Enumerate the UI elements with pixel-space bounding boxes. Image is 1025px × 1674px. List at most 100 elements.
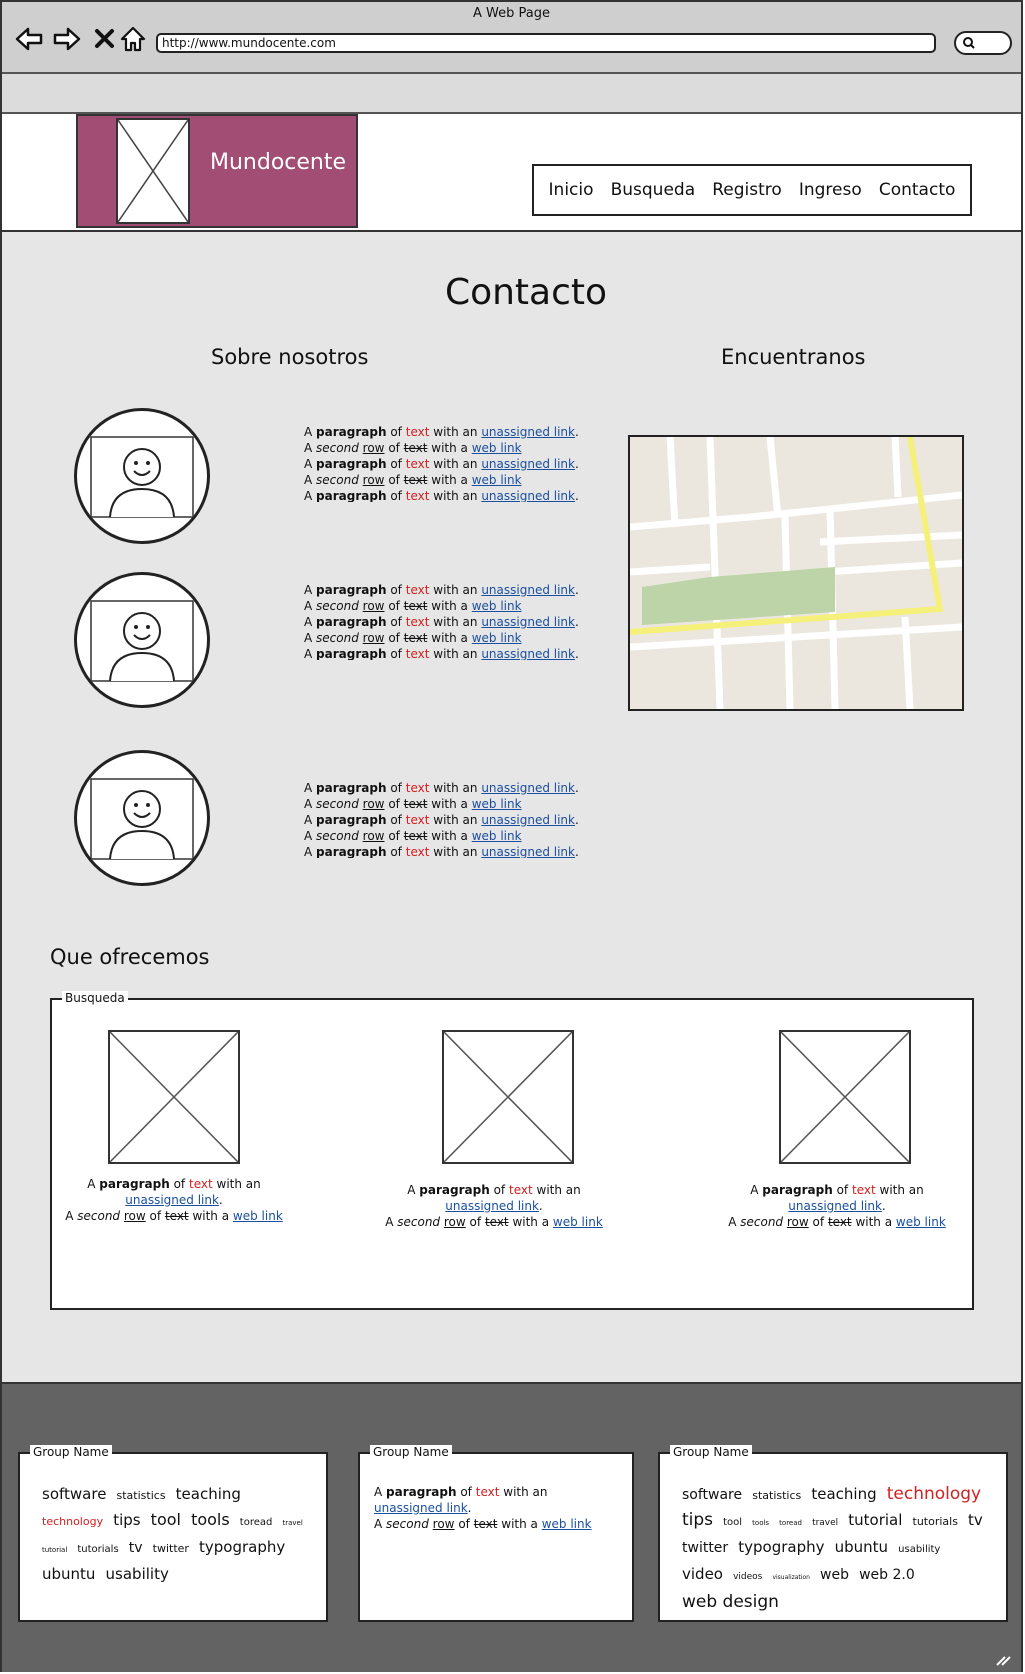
web-link[interactable]: web link bbox=[896, 1215, 946, 1229]
tag-cloud-item[interactable]: twitter bbox=[153, 1542, 189, 1555]
unassigned-link[interactable]: unassigned link bbox=[481, 813, 575, 827]
para-word: of bbox=[388, 441, 400, 455]
para-word: of bbox=[390, 781, 402, 795]
para-strike: text bbox=[164, 1209, 189, 1223]
tag-cloud-item[interactable]: web bbox=[820, 1567, 849, 1583]
nav-item-contacto[interactable]: Contacto bbox=[879, 180, 956, 200]
brand-block[interactable]: Mundocente bbox=[76, 114, 358, 228]
para-word: with an bbox=[433, 425, 478, 439]
tag-cloud-item[interactable]: usability bbox=[106, 1565, 169, 1583]
browser-search-box[interactable] bbox=[954, 31, 1012, 55]
card-line: A paragraph of text with an unassigned l… bbox=[374, 1484, 614, 1516]
tag-cloud-item[interactable]: tool bbox=[723, 1517, 742, 1528]
url-input[interactable]: http://www.mundocente.com bbox=[156, 33, 936, 53]
unassigned-link[interactable]: unassigned link bbox=[481, 647, 575, 660]
tag-cloud-item[interactable]: typography bbox=[199, 1538, 285, 1556]
tag-cloud-item[interactable]: videos bbox=[733, 1572, 762, 1582]
group-label: Busqueda bbox=[62, 991, 128, 1005]
tag-cloud-item[interactable]: visualization bbox=[772, 1574, 809, 1581]
para-strike: text bbox=[827, 1215, 852, 1229]
tag-cloud-item[interactable]: ubuntu bbox=[42, 1565, 95, 1583]
para-bold: paragraph bbox=[316, 845, 387, 858]
nav-item-busqueda[interactable]: Busqueda bbox=[611, 180, 696, 200]
unassigned-link[interactable]: unassigned link bbox=[788, 1199, 882, 1213]
unassigned-link[interactable]: unassigned link bbox=[374, 1501, 468, 1515]
para-word: of bbox=[390, 813, 402, 827]
tag-cloud-item[interactable]: twitter bbox=[682, 1540, 728, 1556]
para-italic: second bbox=[316, 441, 359, 455]
tag-cloud-item[interactable]: statistics bbox=[117, 1489, 166, 1502]
tag-cloud-item[interactable]: teaching bbox=[811, 1485, 876, 1503]
tag-cloud-item[interactable]: toread bbox=[240, 1517, 273, 1528]
para-red-text: text bbox=[405, 781, 430, 795]
web-link[interactable]: web link bbox=[472, 631, 522, 645]
nav-item-inicio[interactable]: Inicio bbox=[549, 180, 594, 200]
unassigned-link[interactable]: unassigned link bbox=[445, 1199, 539, 1213]
para-word: with a bbox=[855, 1215, 893, 1229]
tag-cloud-item[interactable]: software bbox=[42, 1485, 106, 1503]
unassigned-link[interactable]: unassigned link bbox=[481, 425, 575, 439]
web-link[interactable]: web link bbox=[233, 1209, 283, 1223]
tag-cloud-item[interactable]: tips bbox=[113, 1511, 140, 1529]
web-link[interactable]: web link bbox=[472, 473, 522, 487]
tag-cloud-item[interactable]: technology bbox=[42, 1515, 103, 1528]
unassigned-link[interactable]: unassigned link bbox=[481, 457, 575, 471]
map-widget[interactable] bbox=[628, 435, 964, 711]
web-link[interactable]: web link bbox=[553, 1215, 603, 1229]
web-link[interactable]: web link bbox=[542, 1517, 592, 1531]
tag-cloud-item[interactable]: travel bbox=[282, 1519, 302, 1527]
close-icon[interactable] bbox=[90, 24, 120, 54]
tag-cloud-item[interactable]: tips bbox=[682, 1510, 713, 1530]
tag-cloud-item[interactable]: technology bbox=[887, 1484, 981, 1504]
para-line: A paragraph of text with an unassigned l… bbox=[304, 844, 584, 858]
para-word: of bbox=[493, 1183, 506, 1197]
para-italic: second bbox=[316, 829, 359, 843]
tag-cloud-item[interactable]: tutorials bbox=[77, 1544, 118, 1555]
unassigned-link[interactable]: unassigned link bbox=[481, 845, 575, 858]
web-link[interactable]: web link bbox=[472, 599, 522, 613]
tag-cloud-item[interactable]: software bbox=[682, 1487, 742, 1503]
tag-cloud-item[interactable]: tools bbox=[191, 1510, 230, 1529]
para-line: A paragraph of text with an unassigned l… bbox=[304, 488, 584, 502]
tag-cloud-item[interactable]: travel bbox=[812, 1518, 838, 1528]
para-bold: paragraph bbox=[316, 583, 387, 597]
para-red-text: text bbox=[405, 845, 430, 858]
tag-cloud-item[interactable]: tool bbox=[151, 1510, 181, 1529]
home-icon[interactable] bbox=[118, 24, 148, 54]
tag-cloud-item[interactable]: ubuntu bbox=[835, 1538, 888, 1556]
para-word: with a bbox=[431, 473, 468, 487]
nav-item-ingreso[interactable]: Ingreso bbox=[799, 180, 862, 200]
para-word: . bbox=[881, 1199, 886, 1213]
para-word: A bbox=[304, 583, 313, 597]
tag-cloud-item[interactable]: toread bbox=[779, 1519, 802, 1527]
tag-cloud-item[interactable]: tutorial bbox=[42, 1546, 67, 1554]
unassigned-link[interactable]: unassigned link bbox=[481, 781, 575, 795]
tag-cloud-item[interactable]: teaching bbox=[176, 1485, 241, 1503]
web-link[interactable]: web link bbox=[472, 829, 522, 843]
tag-cloud-item[interactable]: usability bbox=[898, 1544, 940, 1555]
para-word: of bbox=[390, 489, 402, 502]
web-link[interactable]: web link bbox=[472, 797, 522, 811]
unassigned-link[interactable]: unassigned link bbox=[481, 583, 575, 597]
tag-cloud-item[interactable]: web design bbox=[682, 1592, 779, 1612]
para-line: A second row of text with a web link bbox=[304, 440, 584, 456]
tag-cloud-item[interactable]: video bbox=[682, 1565, 723, 1583]
tag-cloud-item[interactable]: web 2.0 bbox=[859, 1567, 915, 1583]
nav-item-registro[interactable]: Registro bbox=[712, 180, 782, 200]
resize-handle-icon[interactable] bbox=[995, 1654, 1013, 1666]
back-arrow-icon[interactable] bbox=[14, 24, 44, 54]
tag-cloud-item[interactable]: tools bbox=[752, 1519, 769, 1527]
forward-arrow-icon[interactable] bbox=[52, 24, 82, 54]
web-link[interactable]: web link bbox=[472, 441, 522, 455]
unassigned-link[interactable]: unassigned link bbox=[481, 615, 575, 629]
tag-cloud-item[interactable]: tutorials bbox=[913, 1515, 958, 1528]
unassigned-link[interactable]: unassigned link bbox=[125, 1193, 219, 1207]
unassigned-link[interactable]: unassigned link bbox=[481, 489, 575, 502]
para-bold: paragraph bbox=[762, 1183, 833, 1197]
tag-cloud-item[interactable]: tutorial bbox=[848, 1511, 902, 1529]
tag-cloud-item[interactable]: tv bbox=[129, 1540, 143, 1556]
tag-cloud-item[interactable]: tv bbox=[968, 1511, 983, 1529]
tag-cloud-item[interactable]: typography bbox=[738, 1538, 824, 1556]
para-word: of bbox=[469, 1215, 482, 1229]
tag-cloud-item[interactable]: statistics bbox=[752, 1489, 801, 1502]
